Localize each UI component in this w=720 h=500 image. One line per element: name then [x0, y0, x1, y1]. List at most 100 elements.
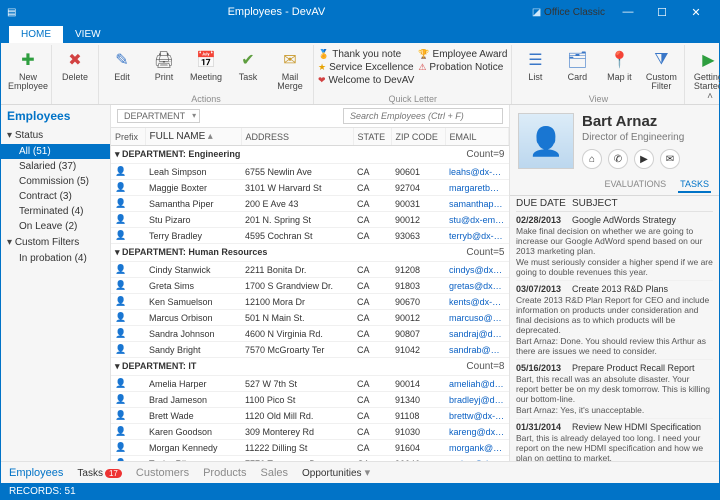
task-item[interactable]: 05/16/2013Prepare Product Recall ReportB…	[516, 360, 713, 419]
grid-scroll[interactable]: Prefix FULL NAME ▴ ADDRESS STATE ZIP COD…	[111, 127, 509, 461]
custom-filter-button[interactable]: ⧩Custom Filter	[642, 47, 680, 93]
meeting-button[interactable]: 📅Meeting	[187, 47, 225, 93]
task-item[interactable]: 03/07/2013Create 2013 R&D PlansCreate 20…	[516, 281, 713, 360]
nav-tasks[interactable]: Tasks17	[77, 467, 121, 479]
new-employee-button[interactable]: ✚New Employee	[9, 47, 47, 93]
sidebar-item[interactable]: In probation (4)	[1, 251, 110, 266]
getting-started-button[interactable]: ▶Getting Started	[689, 47, 720, 93]
table-row[interactable]: 👤Samantha Piper200 E Ave 43CA90031samant…	[111, 196, 509, 212]
titlebar: ▤ Employees - DevAV ◪ Office Classic — ☐…	[1, 1, 719, 23]
table-row[interactable]: 👤Marcus Orbison501 N Main St.CA90012marc…	[111, 310, 509, 326]
minimize-button[interactable]: —	[611, 6, 645, 18]
nav-footer: Employees Tasks17 Customers Products Sal…	[1, 461, 719, 483]
table-row[interactable]: 👤Maggie Boxter3101 W Harvard StCA92704ma…	[111, 180, 509, 196]
col-state[interactable]: STATE	[353, 128, 391, 146]
home-phone-button[interactable]: ⌂	[582, 149, 602, 169]
table-row[interactable]: 👤Leah Simpson6755 Newlin AveCA90601leahs…	[111, 164, 509, 180]
mail-button[interactable]: ✉	[660, 149, 680, 169]
ribbon-collapse-icon[interactable]: ˄	[707, 91, 713, 102]
table-row[interactable]: 👤Amelia Harper527 W 7th StCA90014ameliah…	[111, 376, 509, 392]
view-card-button[interactable]: 🗂Card	[558, 47, 596, 93]
detail-tab-tasks[interactable]: TASKS	[678, 177, 711, 193]
mail-merge-button[interactable]: ✉Mail Merge	[271, 47, 309, 93]
sidebar-item[interactable]: All (51)	[1, 144, 110, 159]
task-item[interactable]: 01/31/2014Review New HDMI SpecificationB…	[516, 419, 713, 461]
search-input[interactable]	[343, 108, 503, 124]
sidebar-item[interactable]: Salaried (37)	[1, 159, 110, 174]
table-row[interactable]: 👤Sandy Bright7570 McGroarty TerCA91042sa…	[111, 342, 509, 358]
nav-opportunities[interactable]: Opportunities ▾	[302, 466, 370, 479]
table-row[interactable]: 👤Brad Jameson1100 Pico StCA91340bradleyj…	[111, 392, 509, 408]
detail-tab-evaluations[interactable]: EVALUATIONS	[602, 177, 668, 193]
col-prefix[interactable]: Prefix	[111, 128, 145, 146]
close-button[interactable]: ✕	[679, 6, 713, 19]
detail-panel: 👤 Bart Arnaz Director of Engineering ⌂ ✆…	[509, 105, 719, 461]
sidebar-title: Employees	[1, 105, 110, 127]
person-icon: 👤	[111, 164, 145, 180]
nav-employees[interactable]: Employees	[9, 467, 63, 479]
group-caption-find: Find	[685, 94, 720, 104]
table-row[interactable]: 👤Karen Goodson309 Monterey RdCA91030kare…	[111, 424, 509, 440]
person-icon: 👤	[111, 392, 145, 408]
print-button[interactable]: 🖨Print	[145, 47, 183, 93]
sidebar-item[interactable]: On Leave (2)	[1, 219, 110, 234]
tasks-col-due: DUE DATE	[516, 198, 572, 209]
table-row[interactable]: 👤Stu Pizaro201 N. Spring StCA90012stu@dx…	[111, 212, 509, 228]
sidebar-item[interactable]: Terminated (4)	[1, 204, 110, 219]
delete-button[interactable]: ✖Delete	[56, 47, 94, 93]
ql-award[interactable]: 🏆Employee Award	[418, 49, 507, 60]
sidebar: Employees ▾ Status All (51)Salaried (37)…	[1, 105, 111, 461]
table-row[interactable]: 👤Terry Bradley4595 Cochran StCA93063terr…	[111, 228, 509, 244]
video-button[interactable]: ▶	[634, 149, 654, 169]
person-icon: 👤	[111, 228, 145, 244]
col-fullname[interactable]: FULL NAME ▴	[145, 128, 241, 146]
person-icon: 👤	[111, 408, 145, 424]
person-icon: 👤	[111, 262, 145, 278]
tab-view[interactable]: VIEW	[63, 26, 113, 43]
group-row[interactable]: ▾ DEPARTMENT: Human ResourcesCount=5	[111, 244, 509, 262]
person-icon: 👤	[111, 326, 145, 342]
edit-button[interactable]: ✎Edit	[103, 47, 141, 93]
group-row[interactable]: ▾ DEPARTMENT: ITCount=8	[111, 358, 509, 376]
task-button[interactable]: ✔Task	[229, 47, 267, 93]
person-icon: 👤	[111, 278, 145, 294]
table-row[interactable]: 👤Cindy Stanwick2211 Bonita Dr.CA91208cin…	[111, 262, 509, 278]
department-dropdown[interactable]: DEPARTMENT	[117, 109, 200, 123]
nav-customers[interactable]: Customers	[136, 467, 189, 479]
view-list-button[interactable]: ☰List	[516, 47, 554, 93]
sidebar-group-status[interactable]: ▾ Status	[1, 127, 110, 144]
trophy-icon: 🏆	[418, 49, 429, 60]
ql-service[interactable]: ★Service Excellence	[318, 62, 414, 73]
col-email[interactable]: EMAIL	[445, 128, 509, 146]
theme-picker[interactable]: ◪ Office Classic	[532, 7, 605, 18]
ql-thank-you[interactable]: 🏅Thank you note	[318, 49, 414, 60]
map-it-button[interactable]: 📍Map it	[600, 47, 638, 93]
table-row[interactable]: 👤Sandra Johnson4600 N Virginia Rd.CA9080…	[111, 326, 509, 342]
group-row[interactable]: ▾ DEPARTMENT: EngineeringCount=9	[111, 146, 509, 164]
group-caption-view: View	[512, 94, 684, 104]
maximize-button[interactable]: ☐	[645, 6, 679, 19]
tasks-list[interactable]: DUE DATESUBJECT 02/28/2013Google AdWords…	[510, 196, 719, 461]
nav-products[interactable]: Products	[203, 467, 246, 479]
tab-home[interactable]: HOME	[9, 26, 63, 43]
sort-asc-icon: ▴	[208, 131, 213, 142]
main-panel: DEPARTMENT Prefix FULL NAME ▴ ADDRESS ST…	[111, 105, 509, 461]
tasks-badge: 17	[105, 469, 122, 478]
ql-probation[interactable]: ⚠Probation Notice	[418, 62, 507, 73]
table-row[interactable]: 👤Ken Samuelson12100 Mora DrCA90670kents@…	[111, 294, 509, 310]
person-icon: 👤	[111, 180, 145, 196]
col-address[interactable]: ADDRESS	[241, 128, 353, 146]
task-item[interactable]: 02/28/2013Google AdWords StrategyMake fi…	[516, 212, 713, 281]
sidebar-item[interactable]: Contract (3)	[1, 189, 110, 204]
call-button[interactable]: ✆	[608, 149, 628, 169]
table-row[interactable]: 👤Greta Sims1700 S Grandview Dr.CA91803gr…	[111, 278, 509, 294]
table-row[interactable]: 👤Morgan Kennedy11222 Dilling StCA91604mo…	[111, 440, 509, 456]
star-icon: ★	[318, 62, 326, 73]
heart-icon: ❤	[318, 75, 326, 86]
col-zip[interactable]: ZIP CODE	[391, 128, 445, 146]
nav-sales[interactable]: Sales	[261, 467, 289, 479]
table-row[interactable]: 👤Brett Wade1120 Old Mill Rd.CA91108brett…	[111, 408, 509, 424]
ql-welcome[interactable]: ❤Welcome to DevAV	[318, 75, 414, 86]
sidebar-item[interactable]: Commission (5)	[1, 174, 110, 189]
sidebar-group-custom[interactable]: ▾ Custom Filters	[1, 234, 110, 251]
